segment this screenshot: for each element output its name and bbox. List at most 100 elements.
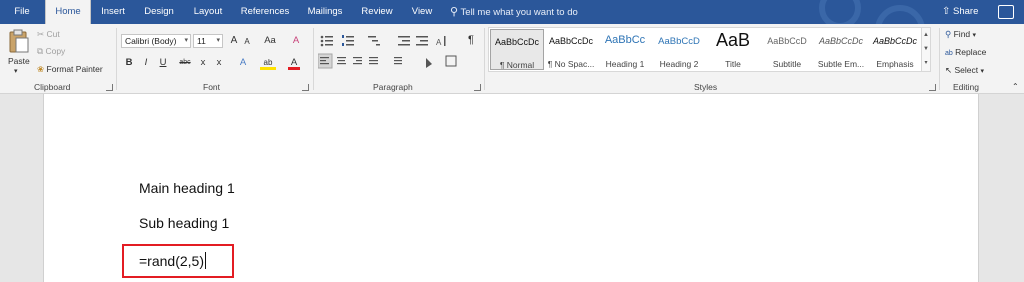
style-emphasis[interactable]: AaBbCcDc Emphasis (868, 29, 922, 70)
tab-view[interactable]: View (404, 0, 440, 24)
find-button[interactable]: ⚲ Find ▾ (945, 29, 976, 40)
ribbon: Paste ▾ ✂ Cut ⧉ Copy ❀ Format Painter Cl… (0, 24, 1024, 94)
shrink-font-button[interactable]: A (242, 35, 252, 49)
clipboard-dialog-launcher[interactable] (106, 84, 113, 91)
chevron-down-icon: ▾ (216, 37, 220, 44)
group-separator (939, 28, 940, 90)
cut-button[interactable]: ✂ Cut (37, 29, 60, 40)
show-hide-formatting-button[interactable]: ¶ (465, 33, 477, 47)
tab-references[interactable]: References (236, 0, 294, 24)
increase-indent-icon[interactable] (416, 36, 428, 46)
document-page[interactable]: Main heading 1 Sub heading 1 =rand(2,5) (43, 94, 979, 282)
justify-icon[interactable] (369, 57, 378, 59)
copy-button[interactable]: ⧉ Copy (37, 46, 65, 57)
style-title[interactable]: AaB Title (706, 29, 760, 70)
font-size-dropdown[interactable]: 11 ▾ (193, 34, 223, 48)
ribbon-tab-bar: File Home Insert Design Layout Reference… (0, 0, 1024, 24)
collapse-ribbon-icon[interactable]: ⌃ (1012, 82, 1019, 91)
clipboard-group-label: Clipboard (34, 82, 71, 92)
font-name-dropdown[interactable]: Calibri (Body) ▾ (121, 34, 191, 48)
paragraph-dialog-launcher[interactable] (474, 84, 481, 91)
align-center-icon[interactable] (337, 57, 346, 59)
style-name: Subtle Em... (817, 59, 865, 69)
style-name: Emphasis (876, 59, 914, 69)
style-heading-2[interactable]: AaBbCcD Heading 2 (652, 29, 706, 70)
style-subtle-emphasis[interactable]: AaBbCcDc Subtle Em... (814, 29, 868, 70)
copy-label: Copy (45, 46, 66, 56)
replace-icon: ab (945, 50, 953, 57)
replace-button[interactable]: ab Replace (945, 47, 986, 57)
numbering-icon[interactable] (342, 35, 354, 46)
title-bar-pattern (819, 0, 925, 24)
tell-me-text: Tell me what you want to do (460, 7, 578, 18)
share-button[interactable]: ⇧ Share (942, 0, 978, 24)
document-area: Main heading 1 Sub heading 1 =rand(2,5) (0, 94, 1024, 282)
style-subtitle[interactable]: AaBbCcD Subtitle (760, 29, 814, 70)
subscript-button[interactable]: x (198, 56, 208, 70)
underline-button[interactable]: U (157, 56, 169, 70)
superscript-button[interactable]: x (214, 56, 224, 70)
grow-font-button[interactable]: A (228, 34, 240, 48)
chevron-down-icon[interactable]: ▼ (922, 42, 930, 56)
paragraph-controls: A (318, 35, 457, 69)
change-case-button[interactable]: Aa (262, 34, 278, 48)
styles-gallery: AaBbCcDc ¶ Normal AaBbCcDc ¶ No Spac... … (488, 27, 925, 72)
chevron-up-icon[interactable]: ▲ (922, 28, 930, 42)
borders-icon[interactable] (445, 55, 457, 67)
styles-scroll[interactable]: ▲ ▼ ▾ (921, 27, 931, 72)
multilevel-list-icon[interactable] (368, 36, 380, 46)
group-separator (484, 28, 485, 90)
font-group-label: Font (203, 82, 221, 92)
font-dialog-launcher[interactable] (302, 84, 309, 91)
paste-icon[interactable] (8, 28, 30, 54)
search-icon: ⚲ (945, 29, 952, 39)
paste-button[interactable]: Paste (8, 56, 30, 66)
sort-icon[interactable]: A (436, 36, 446, 47)
tab-design[interactable]: Design (137, 0, 181, 24)
svg-text:A: A (436, 38, 442, 47)
font-name-value: Calibri (Body) (125, 36, 177, 46)
sub-heading-line[interactable]: Sub heading 1 (139, 215, 229, 231)
main-heading-line[interactable]: Main heading 1 (139, 180, 235, 196)
shading-icon[interactable] (426, 58, 432, 68)
tab-insert[interactable]: Insert (93, 0, 133, 24)
style-name: Heading 1 (605, 59, 645, 69)
style-no-spacing[interactable]: AaBbCcDc ¶ No Spac... (544, 29, 598, 70)
scissors-icon: ✂ (37, 29, 45, 39)
tab-mailings[interactable]: Mailings (300, 0, 350, 24)
tab-file[interactable]: File (0, 0, 44, 24)
format-painter-button[interactable]: ❀ Format Painter (37, 64, 103, 75)
strikethrough-button[interactable]: abc (176, 56, 194, 70)
chevron-down-icon: ▾ (972, 32, 977, 39)
style-preview: AaBbCcD (767, 36, 807, 46)
chevron-down-icon: ▾ (980, 68, 985, 75)
bullets-icon[interactable] (320, 35, 333, 47)
find-label: Find (953, 29, 971, 39)
style-name: ¶ Normal (499, 60, 535, 70)
style-normal[interactable]: AaBbCcDc ¶ Normal (490, 29, 544, 70)
tab-home[interactable]: Home (45, 0, 91, 24)
line-spacing-icon[interactable] (394, 57, 402, 59)
text-highlight-button[interactable]: ab (260, 56, 276, 70)
editing-group-label: Editing (953, 82, 979, 92)
italic-button[interactable]: I (140, 56, 152, 70)
style-preview: AaBbCc (604, 34, 646, 46)
styles-dialog-launcher[interactable] (929, 84, 936, 91)
clear-formatting-button[interactable]: A (290, 34, 302, 48)
align-right-icon[interactable] (353, 57, 362, 59)
chevron-down-icon: ▾ (184, 37, 188, 44)
decrease-indent-icon[interactable] (398, 36, 410, 46)
comment-icon[interactable] (998, 5, 1014, 19)
tab-review[interactable]: Review (356, 0, 398, 24)
tell-me-box[interactable]: ⚲ Tell me what you want to do (450, 0, 578, 24)
tab-layout[interactable]: Layout (186, 0, 230, 24)
select-button[interactable]: ↖ Select ▾ (945, 65, 984, 76)
bold-button[interactable]: B (123, 56, 135, 70)
style-heading-1[interactable]: AaBbCc Heading 1 (598, 29, 652, 70)
more-styles-icon[interactable]: ▾ (922, 56, 930, 70)
paste-dropdown-arrow[interactable]: ▾ (14, 67, 18, 75)
style-preview: AaB (715, 30, 751, 50)
font-color-button[interactable]: A (288, 56, 300, 70)
style-preview: AaBbCcDc (872, 36, 917, 46)
text-effects-button[interactable]: A (236, 56, 250, 70)
